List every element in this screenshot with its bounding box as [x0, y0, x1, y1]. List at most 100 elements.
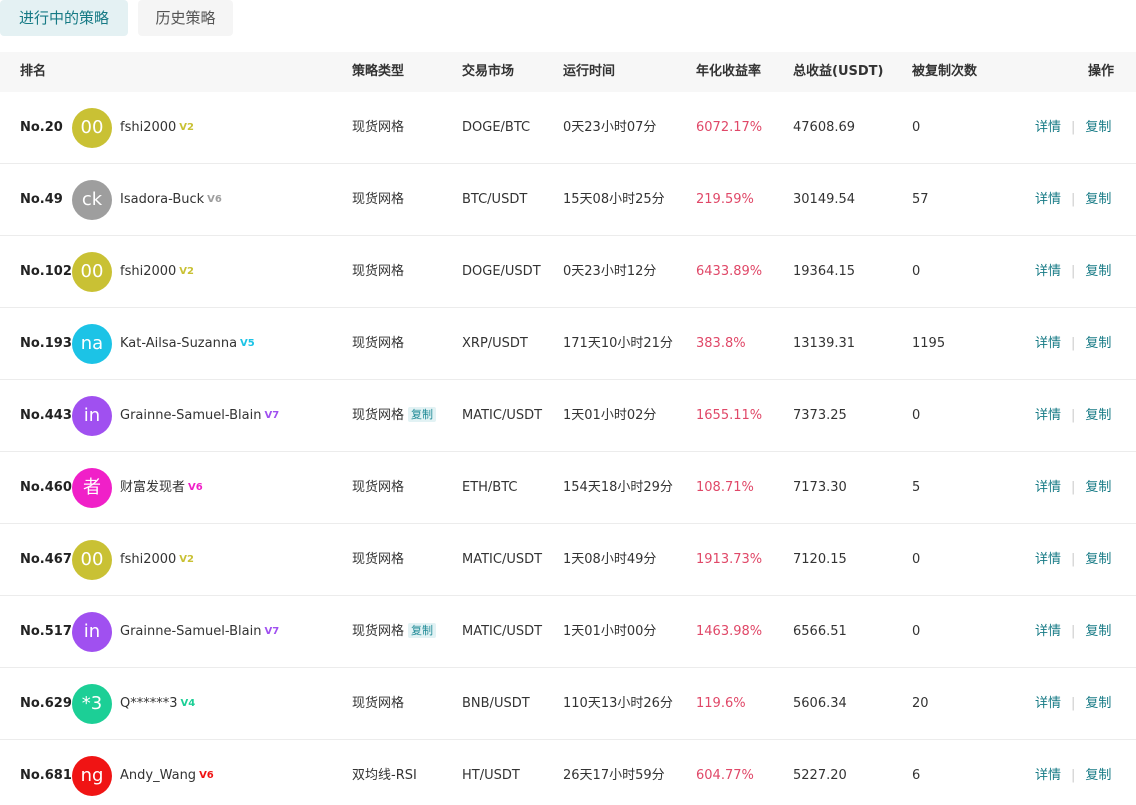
- strategy-type-cell: 现货网格: [352, 236, 404, 308]
- detail-link[interactable]: 详情: [1035, 264, 1061, 279]
- run-time: 15天08小时25分: [563, 192, 665, 207]
- avatar[interactable]: ng: [72, 756, 112, 796]
- user-name[interactable]: Grainne-Samuel-Blain: [120, 408, 261, 423]
- header-operations: 操作: [1088, 64, 1115, 79]
- avatar[interactable]: 00: [72, 540, 112, 580]
- table-row: No.517 in Grainne-Samuel-Blain V7 现货网格 复制 MATI…: [0, 596, 1136, 668]
- tab-history-strategies[interactable]: 历史策略: [138, 0, 233, 36]
- vip-level-icon: V2: [179, 554, 194, 565]
- user-name-cell: Andy_Wang V6: [120, 740, 214, 805]
- avatar[interactable]: ck: [72, 180, 112, 220]
- trading-market: MATIC/USDT: [462, 552, 543, 567]
- run-time: 110天13小时26分: [563, 696, 673, 711]
- strategy-table: 排名 策略类型 交易市场 运行时间 年化收益率 总收益(USDT) 被复制次数 …: [0, 52, 1136, 805]
- trading-market: DOGE/BTC: [462, 120, 531, 135]
- copy-strategy-link[interactable]: 复制: [1085, 768, 1111, 783]
- action-separator: |: [1071, 192, 1076, 207]
- row-actions: 详情 | 复制: [1035, 668, 1111, 740]
- detail-link[interactable]: 详情: [1035, 696, 1061, 711]
- row-actions: 详情 | 复制: [1035, 92, 1111, 164]
- total-profit: 7173.30: [793, 480, 847, 495]
- total-profit: 19364.15: [793, 264, 856, 279]
- copy-strategy-link[interactable]: 复制: [1085, 192, 1111, 207]
- user-name[interactable]: Andy_Wang: [120, 768, 196, 783]
- strategy-type: 现货网格: [352, 120, 405, 135]
- total-profit: 5227.20: [793, 768, 847, 783]
- strategy-type-cell: 现货网格 复制: [352, 380, 437, 452]
- table-row: No.102 00 fshi2000 V2 现货网格 DOGE/USDT 0天23小时12分…: [0, 236, 1136, 308]
- detail-link[interactable]: 详情: [1035, 480, 1061, 495]
- avatar[interactable]: 00: [72, 252, 112, 292]
- strategy-type-cell: 现货网格: [352, 164, 404, 236]
- avatar[interactable]: *3: [72, 684, 112, 724]
- rank-number: No.460: [20, 480, 72, 495]
- rank-number: No.629: [20, 696, 72, 711]
- table-row: No.443 in Grainne-Samuel-Blain V7 现货网格 复制 MATI…: [0, 380, 1136, 452]
- avatar[interactable]: in: [72, 396, 112, 436]
- avatar[interactable]: na: [72, 324, 112, 364]
- user-name[interactable]: Kat-Ailsa-Suzanna: [120, 336, 237, 351]
- table-row: No.629 *3 Q******3 V4 现货网格 BNB/USDT 110天13小时26…: [0, 668, 1136, 740]
- strategy-tabs: 进行中的策略 历史策略: [0, 0, 233, 36]
- strategy-type-cell: 现货网格 复制: [352, 596, 437, 668]
- total-profit: 7373.25: [793, 408, 847, 423]
- rank-number: No.20: [20, 120, 63, 135]
- run-time: 171天10小时21分: [563, 336, 673, 351]
- total-profit: 7120.15: [793, 552, 847, 567]
- table-row: No.193 na Kat-Ailsa-Suzanna V5 现货网格 XRP/USDT 1…: [0, 308, 1136, 380]
- run-time: 1天08小时49分: [563, 552, 657, 567]
- copied-tag: 复制: [408, 623, 437, 638]
- rank-number: No.102: [20, 264, 72, 279]
- avatar[interactable]: 者: [72, 468, 112, 508]
- user-name[interactable]: fshi2000: [120, 120, 176, 135]
- row-actions: 详情 | 复制: [1035, 740, 1111, 805]
- detail-link[interactable]: 详情: [1035, 120, 1061, 135]
- header-strategy-type: 策略类型: [352, 64, 405, 79]
- user-name[interactable]: Grainne-Samuel-Blain: [120, 624, 261, 639]
- action-separator: |: [1071, 768, 1076, 783]
- avatar[interactable]: in: [72, 612, 112, 652]
- trading-market: DOGE/USDT: [462, 264, 541, 279]
- detail-link[interactable]: 详情: [1035, 336, 1061, 351]
- copy-strategy-link[interactable]: 复制: [1085, 336, 1111, 351]
- detail-link[interactable]: 详情: [1035, 552, 1061, 567]
- detail-link[interactable]: 详情: [1035, 408, 1061, 423]
- copy-strategy-link[interactable]: 复制: [1085, 624, 1111, 639]
- copy-strategy-link[interactable]: 复制: [1085, 552, 1111, 567]
- strategy-type: 现货网格: [352, 696, 405, 711]
- action-separator: |: [1071, 552, 1076, 567]
- action-separator: |: [1071, 408, 1076, 423]
- trading-market: ETH/BTC: [462, 480, 518, 495]
- strategy-type-cell: 现货网格: [352, 524, 404, 596]
- tab-running-strategies[interactable]: 进行中的策略: [0, 0, 128, 36]
- trading-market: MATIC/USDT: [462, 624, 543, 639]
- user-name[interactable]: Q******3: [120, 696, 178, 711]
- row-actions: 详情 | 复制: [1035, 452, 1111, 524]
- copy-strategy-link[interactable]: 复制: [1085, 120, 1111, 135]
- detail-link[interactable]: 详情: [1035, 624, 1061, 639]
- strategy-type: 现货网格: [352, 624, 405, 639]
- annual-return-rate: 6072.17%: [696, 120, 763, 135]
- detail-link[interactable]: 详情: [1035, 192, 1061, 207]
- copy-strategy-link[interactable]: 复制: [1085, 264, 1111, 279]
- annual-return-rate: 6433.89%: [696, 264, 763, 279]
- user-name[interactable]: Isadora-Buck: [120, 192, 204, 207]
- vip-level-icon: V2: [179, 266, 194, 277]
- run-time: 1天01小时00分: [563, 624, 657, 639]
- trading-market: MATIC/USDT: [462, 408, 543, 423]
- action-separator: |: [1071, 480, 1076, 495]
- copy-strategy-link[interactable]: 复制: [1085, 408, 1111, 423]
- copy-strategy-link[interactable]: 复制: [1085, 696, 1111, 711]
- table-row: No.460 者财富发现者 V6 现货网格 ETH/BTC 154天18小时29分 108.…: [0, 452, 1136, 524]
- action-separator: |: [1071, 624, 1076, 639]
- strategy-type: 现货网格: [352, 192, 405, 207]
- user-name[interactable]: 财富发现者: [120, 480, 185, 495]
- strategy-type: 双均线-RSI: [352, 768, 417, 783]
- detail-link[interactable]: 详情: [1035, 768, 1061, 783]
- user-name[interactable]: fshi2000: [120, 552, 176, 567]
- header-runtime: 运行时间: [563, 64, 616, 79]
- avatar[interactable]: 00: [72, 108, 112, 148]
- user-name[interactable]: fshi2000: [120, 264, 176, 279]
- copy-strategy-link[interactable]: 复制: [1085, 480, 1111, 495]
- user-name-cell: fshi2000 V2: [120, 524, 194, 596]
